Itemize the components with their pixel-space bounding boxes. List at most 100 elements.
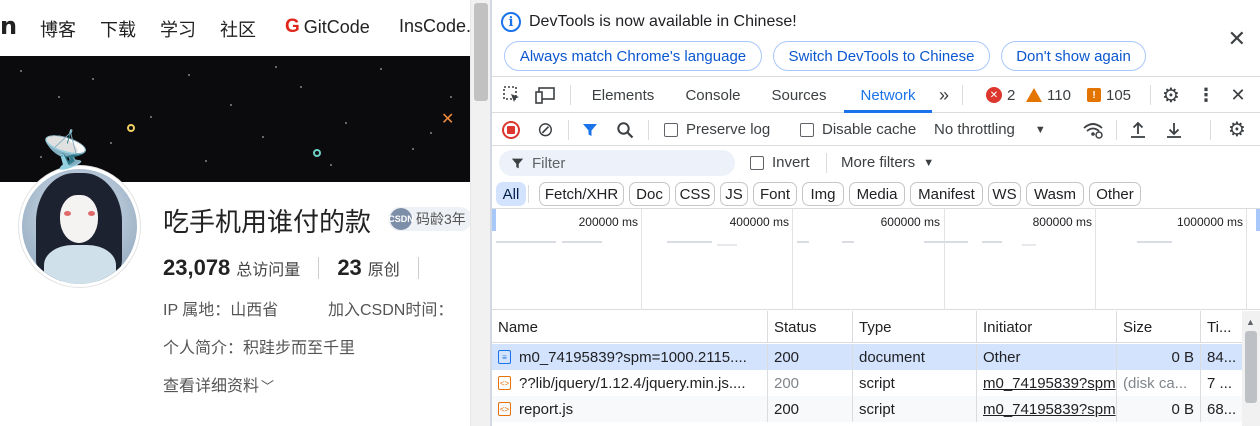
request-time: 68... (1207, 400, 1237, 418)
import-har-icon[interactable] (1129, 113, 1147, 146)
view-details-link[interactable]: 查看详细资料 ﹀ (163, 372, 274, 396)
table-row[interactable]: <> ??lib/jquery/1.12.4/jquery.min.js....… (492, 370, 1242, 396)
csdn-logo[interactable]: n (0, 12, 17, 40)
request-type: document (853, 344, 977, 370)
export-har-icon[interactable] (1165, 113, 1183, 146)
inspect-element-icon[interactable] (500, 77, 524, 113)
network-settings-gear-icon[interactable]: ⚙ (1228, 113, 1246, 146)
page-scrollbar[interactable] (470, 0, 490, 426)
type-ws[interactable]: WS (988, 182, 1021, 206)
request-initiator[interactable]: m0_74195839?spm (977, 396, 1117, 422)
disable-cache-checkbox[interactable]: Disable cache (800, 113, 916, 146)
gitcode-icon: G (285, 16, 300, 37)
throttling-select[interactable]: No throttling ▼ (934, 113, 1046, 146)
request-time: 7 ... (1207, 374, 1233, 392)
filter-icon (511, 158, 524, 168)
planet-teal-icon (313, 149, 321, 157)
type-all[interactable]: All (496, 182, 526, 206)
nav-download[interactable]: 下载 (100, 16, 136, 42)
document-icon: ≡ (498, 350, 511, 364)
code-age-label: 码龄3年 (416, 211, 466, 227)
tab-elements[interactable]: Elements (583, 77, 663, 113)
dropdown-arrow-icon: ▼ (923, 156, 935, 169)
scroll-up-arrow-icon[interactable]: ▲ (1246, 317, 1255, 327)
code-age-badge: CSDN 码龄3年 (388, 207, 470, 231)
original-label[interactable]: 原创 (368, 256, 400, 280)
type-doc[interactable]: Doc (629, 182, 670, 206)
more-filters-dropdown[interactable]: More filters ▼ (841, 146, 934, 179)
device-toolbar-icon[interactable] (534, 77, 558, 113)
nav-gitcode[interactable]: G GitCode (285, 16, 370, 38)
view-details-label: 查看详细资料 (163, 378, 260, 395)
error-count[interactable]: ✕ 2 (986, 77, 1015, 113)
column-name[interactable]: Name (492, 311, 768, 343)
switch-to-chinese-button[interactable]: Switch DevTools to Chinese (773, 41, 990, 71)
network-conditions-icon[interactable] (1082, 113, 1104, 146)
csdn-page: n 博客 下载 学习 社区 G GitCode InsCode.AI ✕ 📡 吃… (0, 0, 470, 426)
request-initiator[interactable]: m0_74195839?spm (977, 370, 1117, 396)
filter-funnel-icon[interactable] (582, 113, 598, 146)
warning-count[interactable]: 110 (1026, 77, 1071, 113)
request-size: 0 B (1117, 396, 1201, 422)
clear-icon[interactable]: ⊘ (537, 113, 554, 146)
request-name: <> ??lib/jquery/1.12.4/jquery.min.js.... (492, 370, 768, 396)
error-count-value: 2 (1007, 86, 1016, 104)
column-type[interactable]: Type (853, 311, 977, 343)
chevron-down-icon: ﹀ (261, 379, 275, 394)
tab-sources[interactable]: Sources (761, 77, 837, 113)
type-media[interactable]: Media (849, 182, 905, 206)
request-status: 200 (768, 396, 853, 422)
request-name: ≡ m0_74195839?spm=1000.2115.... (492, 344, 768, 370)
table-row[interactable]: ≡ m0_74195839?spm=1000.2115.... 200 docu… (492, 344, 1242, 370)
invert-checkbox[interactable]: Invert (750, 146, 810, 179)
tab-console[interactable]: Console (673, 77, 753, 113)
more-filters-label: More filters (841, 154, 916, 171)
csdn-top-nav: n 博客 下载 学习 社区 G GitCode InsCode.AI (0, 0, 470, 56)
kebab-menu-icon[interactable]: ⋮ (1194, 77, 1218, 113)
settings-gear-icon[interactable]: ⚙ (1159, 77, 1183, 113)
column-status[interactable]: Status (768, 311, 853, 343)
type-js[interactable]: JS (720, 182, 748, 206)
request-status: 200 (768, 344, 853, 370)
dont-show-again-button[interactable]: Don't show again (1001, 41, 1146, 71)
avatar[interactable] (22, 169, 137, 284)
table-scrollbar[interactable]: ▲ (1242, 311, 1260, 426)
visits-label: 总访问量 (236, 262, 301, 279)
type-fetch-xhr[interactable]: Fetch/XHR (539, 182, 624, 206)
nav-community[interactable]: 社区 (220, 16, 256, 42)
type-wasm[interactable]: Wasm (1026, 182, 1084, 206)
issue-count[interactable]: ! 105 (1087, 77, 1131, 113)
original-count[interactable]: 23 (337, 255, 361, 281)
column-initiator[interactable]: Initiator (977, 311, 1117, 343)
tab-network[interactable]: Network (844, 77, 932, 113)
network-overview-timeline[interactable]: 200000 ms 400000 ms 600000 ms 800000 ms … (492, 209, 1260, 310)
nav-inscode[interactable]: InsCode.AI (399, 16, 470, 37)
timeline-tick: 400000 ms (729, 215, 789, 229)
nav-blog[interactable]: 博客 (40, 16, 76, 42)
script-icon: <> (498, 402, 511, 416)
request-initiator: Other (977, 344, 1117, 370)
match-language-button[interactable]: Always match Chrome's language (504, 41, 762, 71)
table-row[interactable]: <> report.js 200 script m0_74195839?spm … (492, 396, 1242, 422)
type-css[interactable]: CSS (675, 182, 715, 206)
type-img[interactable]: Img (802, 182, 844, 206)
search-icon[interactable] (616, 113, 634, 146)
column-time[interactable]: Ti... (1201, 311, 1242, 343)
more-tabs-icon[interactable]: » (932, 77, 956, 113)
type-other[interactable]: Other (1089, 182, 1141, 206)
preserve-log-checkbox[interactable]: Preserve log (664, 113, 770, 146)
type-font[interactable]: Font (753, 182, 797, 206)
ip-location: IP 属地：山西省 (163, 302, 279, 319)
close-icon[interactable]: ✕ (1228, 26, 1246, 52)
warning-count-value: 110 (1047, 86, 1071, 104)
dropdown-arrow-icon: ▼ (1034, 123, 1046, 136)
nav-learn[interactable]: 学习 (160, 16, 196, 42)
request-name-text: ??lib/jquery/1.12.4/jquery.min.js.... (519, 374, 746, 392)
close-devtools-icon[interactable]: ✕ (1226, 77, 1250, 113)
type-manifest[interactable]: Manifest (910, 182, 983, 206)
column-size[interactable]: Size (1117, 311, 1201, 343)
error-icon: ✕ (986, 87, 1002, 103)
filter-input[interactable]: Filter (499, 150, 735, 176)
warning-icon (1026, 88, 1042, 102)
record-stop-icon[interactable] (502, 113, 520, 146)
